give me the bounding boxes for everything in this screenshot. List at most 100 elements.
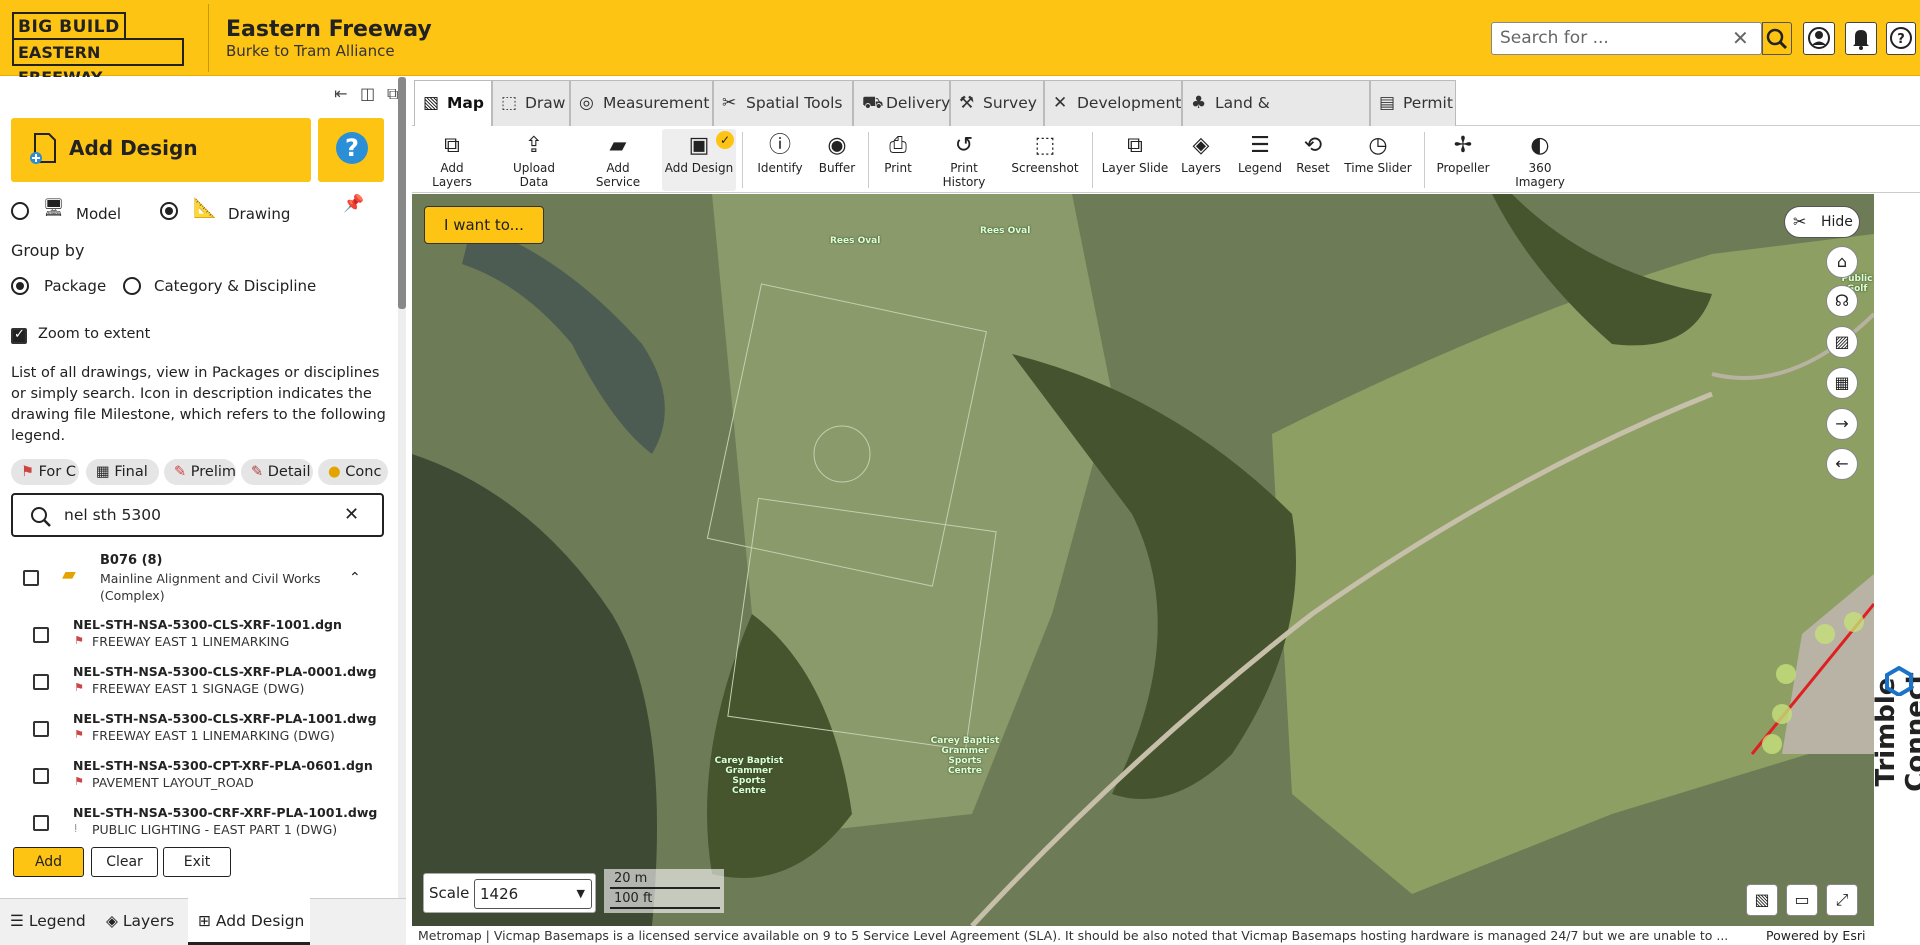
propeller-tool[interactable]: ✢ Propeller [1430,129,1496,191]
dock-left-icon[interactable]: ⇤ [334,84,347,103]
tab-add-design[interactable]: ⊞ Add Design [188,898,310,945]
file-description: FREEWAY EAST 1 LINEMARKING [92,634,290,649]
tab-permit[interactable]: ▤ Permit [1370,80,1456,126]
back-extent-button[interactable]: ← [1826,448,1858,480]
print-tool[interactable]: ⎙ Print [876,129,920,191]
group-checkbox[interactable] [23,570,39,586]
drawing-radio[interactable] [160,202,178,220]
file-checkbox[interactable] [33,768,49,784]
map-label-rees-oval-1: Rees Oval [830,236,881,246]
file-checkbox[interactable] [33,674,49,690]
user-button[interactable] [1803,22,1835,55]
drawing-search-field[interactable]: nel sth 5300 ✕ [11,493,384,537]
model-radio[interactable] [11,202,29,220]
file-checkbox[interactable] [33,815,49,831]
file-name: NEL-STH-NSA-5300-CRF-XRF-PLA-1001.dwg [73,805,378,820]
print-history-tool[interactable]: ↺ Print History [928,129,1000,191]
reset-tool[interactable]: ⟲ Reset [1290,129,1336,191]
add-service-tool[interactable]: ▰ Add Service [584,129,652,191]
identify-tool[interactable]: ⓘ Identify [752,129,808,191]
clear-button[interactable]: Clear [91,847,158,877]
collapse-chevron-icon[interactable]: ⌃ [349,570,361,586]
basemap-button[interactable]: ▨ [1826,326,1858,358]
identify-icon: ⓘ [768,133,791,158]
add-document-icon [29,132,57,173]
scale-select[interactable]: 1426 ▼ [474,879,592,909]
screenshot-tool[interactable]: ⬚ Screenshot [1010,129,1080,191]
wrench-icon: ✕ [1053,93,1068,113]
upload-icon: ⇪ [524,133,544,158]
search-placeholder: Search for ... [1500,28,1609,48]
add-button[interactable]: Add [13,847,84,877]
model-icon: 🖥 [43,198,65,218]
map-view[interactable]: Rees Oval Rees Oval Carey Baptist Gramme… [412,194,1874,926]
time-slider-tool[interactable]: ◷ Time Slider [1344,129,1412,191]
tab-draw[interactable]: ⬚ Draw [492,80,570,126]
survey-icon: ⚒ [959,93,975,113]
tab-layers[interactable]: ◈ Layers [96,898,188,945]
help-button[interactable]: ? [1886,22,1916,55]
draw-icon: ⬚ [501,93,518,113]
search-input[interactable]: Search for ... ✕ [1491,22,1762,55]
search-button[interactable] [1762,22,1792,55]
chip-prelim[interactable]: ✎ Prelim [164,459,236,485]
upload-data-tool[interactable]: ⇪ Upload Data [498,129,570,191]
tab-development[interactable]: ✕ Development [1044,80,1182,126]
bookmarks-button[interactable]: ▭ [1786,884,1818,916]
file-checkbox[interactable] [33,627,49,643]
tab-survey[interactable]: ⚒ Survey [950,80,1044,126]
home-button[interactable]: ⌂ [1826,246,1858,278]
tab-measurement[interactable]: ◎ Measurement [570,80,713,126]
hide-controls-button[interactable]: ✂ Hide [1784,206,1860,238]
locate-button[interactable]: ☊ [1826,285,1858,317]
tab-map[interactable]: ▧ Map [414,80,492,126]
chip-concept[interactable]: ● Conc [318,459,388,485]
locate-icon: ☊ [1834,291,1850,310]
i-want-to-button[interactable]: I want to... [424,206,544,244]
add-design-button[interactable]: Add Design [11,118,311,182]
popout-icon[interactable]: ⧉ [387,84,398,104]
360-imagery-tool[interactable]: ◐ 360 Imagery [1504,129,1576,191]
app-logo[interactable]: BIG BUILD EASTERN FREEWAY [12,12,184,87]
tab-land-environment[interactable]: ♣Land & Environment [1182,80,1370,156]
file-checkbox[interactable] [33,721,49,737]
drawing-search-value: nel sth 5300 [64,506,161,524]
milestone-icon: ⚑ [74,681,84,694]
basemap-icon: ▨ [1834,332,1850,351]
legend-tool[interactable]: ☰ Legend [1234,129,1286,191]
file-description: FREEWAY EAST 1 SIGNAGE (DWG) [92,681,305,696]
buffer-tool[interactable]: ◉ Buffer [812,129,862,191]
clear-filter-icon[interactable]: ✕ [344,504,359,525]
powered-by-esri[interactable]: Powered by Esri [1762,926,1870,945]
tab-legend[interactable]: ☰ Legend [0,898,96,945]
layers-pin-icon[interactable]: 📌 [343,194,364,214]
panel-scrollbar-thumb[interactable] [398,77,406,309]
fullscreen-button[interactable]: ⤢ [1826,884,1858,916]
panel-help-button[interactable]: ? [318,118,384,182]
layers-tool[interactable]: ◈ Layers [1176,129,1226,191]
hide-label: Hide [1821,214,1853,230]
chip-detail[interactable]: ✎ Detail [241,459,313,485]
exit-button[interactable]: Exit [163,847,231,877]
tab-delivery[interactable]: ⛟ Delivery [853,80,950,126]
notifications-button[interactable] [1845,22,1877,55]
package-radio[interactable] [11,277,29,295]
trimble-connect-sidebar[interactable]: Trimble Connect [1871,194,1920,945]
chip-final[interactable]: ▦ Final [86,459,159,485]
layer-slide-tool[interactable]: ⧉ Layer Slide [1100,129,1170,191]
grid-icon: ▦ [96,464,115,480]
category-radio[interactable] [123,277,141,295]
chip-for-construction[interactable]: ⚑ For C [11,459,79,485]
split-view-icon[interactable]: ◫ [360,84,375,103]
zoom-to-extent-checkbox[interactable] [11,327,27,344]
add-layers-tool[interactable]: ⧉ Add Layers [420,129,484,191]
tools-icon: ✂ [722,93,737,113]
toolbar-divider [742,132,743,188]
book-icon: ▭ [1794,890,1810,909]
basemap-toggle-button[interactable]: ▧ [1746,884,1778,916]
grid-button[interactable]: ▦ [1826,367,1858,399]
tab-spatial-tools[interactable]: ✂ Spatial Tools [713,80,853,126]
forward-extent-button[interactable]: → [1826,408,1858,440]
bulb-icon: ⵑ [74,822,78,835]
clear-search-icon[interactable]: ✕ [1732,26,1749,50]
